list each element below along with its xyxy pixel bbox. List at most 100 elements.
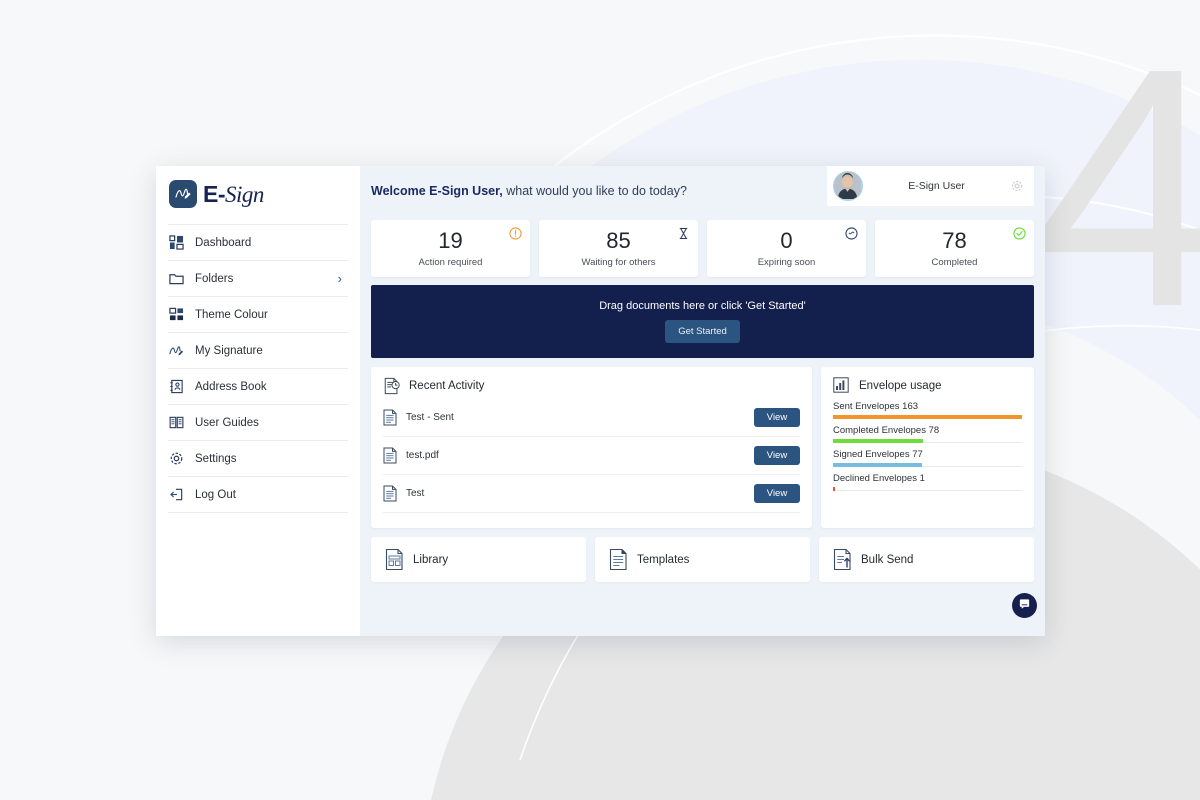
user-name: E-Sign User xyxy=(908,180,965,192)
clock-icon xyxy=(845,227,858,240)
view-button[interactable]: View xyxy=(754,446,800,465)
usage-bar-fill xyxy=(833,463,923,467)
sidebar-item-dashboard[interactable]: Dashboard xyxy=(168,224,348,260)
stat-value: 85 xyxy=(606,227,631,253)
tile-library[interactable]: Library xyxy=(371,537,586,582)
check-circle-icon xyxy=(1013,227,1026,240)
top-bar: Welcome E-Sign User, what would you like… xyxy=(371,166,1034,214)
stat-card-expiring-soon[interactable]: 0 Expiring soon xyxy=(707,220,866,277)
usage-bar-fill xyxy=(833,415,1022,419)
logo-e: E- xyxy=(203,180,226,207)
decorative-numeral: 4 xyxy=(1035,0,1200,378)
view-button[interactable]: View xyxy=(754,408,800,427)
recent-activity-panel: Recent Activity Test - Sent View test.pd… xyxy=(371,367,812,528)
sidebar-item-my-signature[interactable]: My Signature xyxy=(168,332,348,368)
book-icon xyxy=(168,414,185,431)
sidebar-item-folders[interactable]: Folders › xyxy=(168,260,348,296)
alert-circle-icon xyxy=(509,227,522,240)
quick-action-tiles: Library Templates Bulk Send xyxy=(371,537,1034,582)
template-document-icon xyxy=(609,548,628,571)
stat-label: Action required xyxy=(418,256,483,268)
welcome-message: Welcome E-Sign User, what would you like… xyxy=(371,176,687,198)
document-icon xyxy=(383,409,397,426)
tile-templates[interactable]: Templates xyxy=(595,537,810,582)
usage-bar-label: Completed Envelopes 78 xyxy=(833,425,940,436)
sidebar-item-label: Theme Colour xyxy=(195,308,268,321)
address-book-icon xyxy=(168,378,185,395)
usage-bar-fill xyxy=(833,487,836,491)
sidebar-item-label: Folders xyxy=(195,272,234,285)
tile-label: Bulk Send xyxy=(861,553,914,566)
chat-bubble-icon xyxy=(1018,597,1031,615)
sidebar-item-label: Address Book xyxy=(195,380,267,393)
envelope-usage-panel: Envelope usage Sent Envelopes 163 Comple… xyxy=(821,367,1034,528)
table-row: Test - Sent View xyxy=(383,399,800,437)
sidebar-item-label: My Signature xyxy=(195,344,263,357)
logo-sign: Sign xyxy=(225,181,264,207)
sidebar-item-theme-colour[interactable]: Theme Colour xyxy=(168,296,348,332)
table-row: test.pdf View xyxy=(383,437,800,475)
stat-card-action-required[interactable]: 19 Action required xyxy=(371,220,530,277)
dropzone-text: Drag documents here or click 'Get Starte… xyxy=(599,300,806,312)
document-icon xyxy=(383,485,397,502)
envelope-usage-title: Envelope usage xyxy=(859,380,942,392)
usage-bar-declined: Declined Envelopes 1 xyxy=(833,473,1022,491)
recent-activity-title: Recent Activity xyxy=(409,380,485,392)
get-started-button[interactable]: Get Started xyxy=(665,320,740,343)
stat-card-completed[interactable]: 78 Completed xyxy=(875,220,1034,277)
usage-bar-label: Declined Envelopes 1 xyxy=(833,473,925,484)
tile-label: Library xyxy=(413,553,449,566)
bulk-send-document-icon xyxy=(833,548,852,571)
stat-value: 78 xyxy=(942,227,967,253)
activity-document-icon xyxy=(383,377,401,395)
stat-label: Completed xyxy=(931,256,978,268)
view-button[interactable]: View xyxy=(754,484,800,503)
stat-label: Waiting for others xyxy=(581,256,656,268)
usage-bar-label: Sent Envelopes 163 xyxy=(833,401,919,412)
welcome-bold: Welcome E-Sign User, xyxy=(371,184,503,198)
usage-bar-label: Signed Envelopes 77 xyxy=(833,449,923,460)
activity-name: test.pdf xyxy=(406,450,439,461)
sidebar-divider xyxy=(168,512,348,513)
stat-label: Expiring soon xyxy=(757,256,816,268)
stat-value: 0 xyxy=(780,227,793,253)
usage-bar-track xyxy=(833,463,1022,467)
chat-button[interactable] xyxy=(1012,593,1037,618)
logo-wordmark: E-Sign xyxy=(203,181,264,208)
usage-bar-track xyxy=(833,439,1022,443)
user-menu[interactable]: E-Sign User xyxy=(827,166,1034,206)
sidebar-item-address-book[interactable]: Address Book xyxy=(168,368,348,404)
sidebar-item-log-out[interactable]: Log Out xyxy=(168,476,348,512)
activity-name: Test xyxy=(406,488,425,499)
gear-icon xyxy=(168,450,185,467)
tile-label: Templates xyxy=(637,553,690,566)
recent-activity-header: Recent Activity xyxy=(383,377,800,395)
tile-bulk-send[interactable]: Bulk Send xyxy=(819,537,1034,582)
sidebar-item-label: Dashboard xyxy=(195,236,252,249)
signature-icon xyxy=(168,342,185,359)
stat-value: 19 xyxy=(438,227,463,253)
signature-pen-icon xyxy=(169,180,197,208)
usage-bar-sent: Sent Envelopes 163 xyxy=(833,401,1022,419)
welcome-rest: what would you like to do today? xyxy=(502,184,687,198)
app-window: E-Sign Dashboard Folders › Theme Colour … xyxy=(156,166,1045,636)
activity-name: Test - Sent xyxy=(406,412,454,423)
sidebar: E-Sign Dashboard Folders › Theme Colour … xyxy=(156,166,360,636)
gear-icon[interactable] xyxy=(1010,179,1024,193)
envelope-usage-header: Envelope usage xyxy=(833,377,1022,395)
bar-chart-icon xyxy=(833,377,851,395)
main-content: Welcome E-Sign User, what would you like… xyxy=(360,166,1045,636)
sidebar-item-user-guides[interactable]: User Guides xyxy=(168,404,348,440)
usage-bar-track xyxy=(833,415,1022,419)
usage-bar-track xyxy=(833,487,1022,491)
app-logo[interactable]: E-Sign xyxy=(168,166,348,224)
chevron-right-icon[interactable]: › xyxy=(338,272,342,285)
stat-card-waiting-for-others[interactable]: 85 Waiting for others xyxy=(539,220,698,277)
document-dropzone[interactable]: Drag documents here or click 'Get Starte… xyxy=(371,285,1034,358)
theme-icon xyxy=(168,306,185,323)
folder-icon xyxy=(168,270,185,287)
sidebar-item-settings[interactable]: Settings xyxy=(168,440,348,476)
hourglass-icon xyxy=(677,227,690,240)
sidebar-item-label: Log Out xyxy=(195,488,236,501)
usage-bar-fill xyxy=(833,439,924,443)
